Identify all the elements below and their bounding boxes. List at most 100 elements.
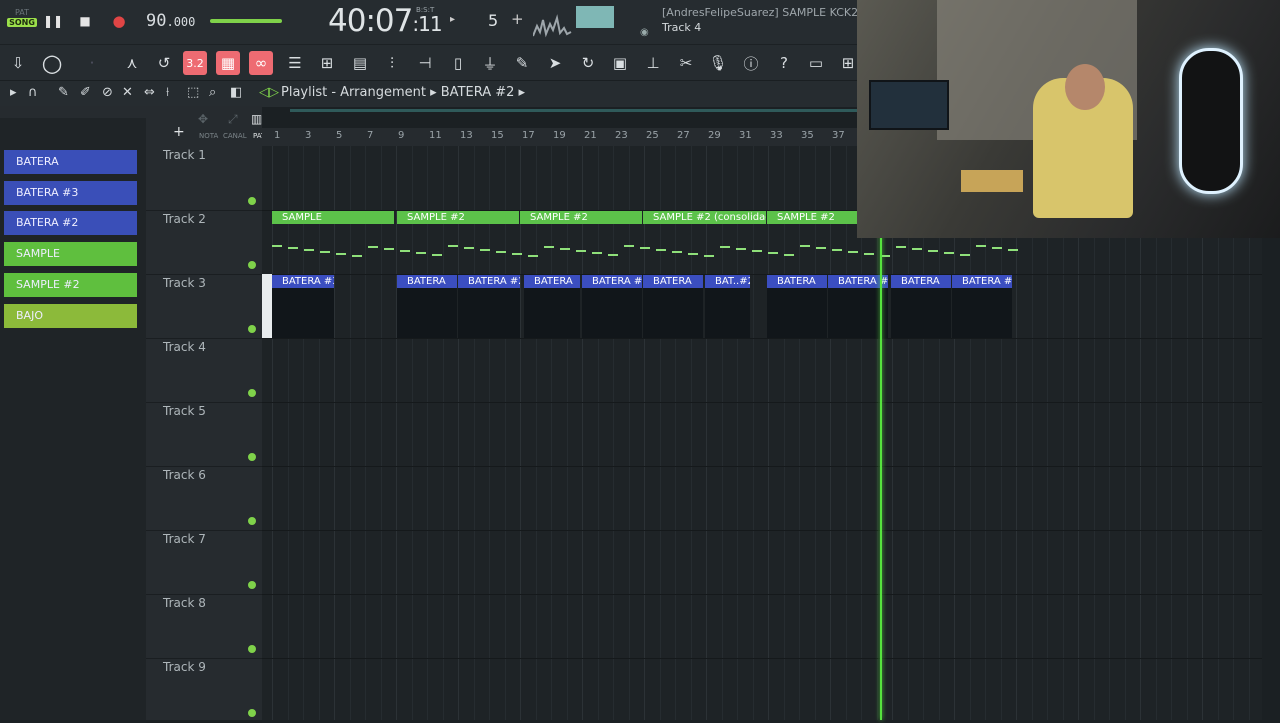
microphone-icon[interactable]: 🎙	[706, 51, 730, 75]
download-icon[interactable]: ⇩	[6, 51, 30, 75]
playlist-clip[interactable]: BATERA	[397, 275, 457, 288]
wait-icon[interactable]: ↺	[152, 51, 176, 75]
playback-tool-icon[interactable]: ◧	[230, 85, 242, 100]
clip-item[interactable]: BATERA #2	[4, 211, 137, 235]
add-track-icon[interactable]: +	[173, 124, 185, 140]
track-enable-led[interactable]	[248, 581, 256, 589]
magnet-icon[interactable]: ∩	[28, 85, 38, 100]
track-header[interactable]: Track 8	[146, 594, 262, 659]
metronome-icon[interactable]: ⋏	[120, 51, 144, 75]
playlist-clip[interactable]: BATERA	[643, 275, 703, 288]
playlist-clip[interactable]: BATERA	[767, 275, 827, 288]
playlist-clip[interactable]: BATERA	[891, 275, 951, 288]
pianoroll-icon[interactable]: ⊞	[315, 51, 339, 75]
track-header[interactable]: Track 7	[146, 530, 262, 595]
track-name: Track 1	[163, 148, 206, 162]
playlist-clip[interactable]: BATERA #2	[952, 275, 1012, 288]
mode-song-label[interactable]: SONG	[7, 18, 37, 27]
playlist-clip[interactable]: BATERA	[524, 275, 580, 288]
link-icon[interactable]: ⤢	[228, 112, 238, 127]
save-icon[interactable]: ▣	[608, 51, 632, 75]
pause-icon[interactable]: ❚❚	[43, 11, 63, 31]
track-enable-led[interactable]	[248, 709, 256, 717]
file-icon[interactable]: ▯	[446, 51, 470, 75]
track-enable-led[interactable]	[248, 389, 256, 397]
refresh-icon[interactable]: ↻	[576, 51, 600, 75]
arrow-icon[interactable]: ➤	[543, 51, 567, 75]
clip-item[interactable]: BATERA #3	[4, 181, 137, 205]
export-icon[interactable]: ⊥	[641, 51, 665, 75]
paint-tool-icon[interactable]: ✐	[80, 85, 91, 100]
playlist-icon[interactable]: ☰	[283, 51, 307, 75]
track-header[interactable]: Track 6	[146, 466, 262, 531]
tempo-display[interactable]: 90.000	[146, 11, 195, 31]
track-enable-led[interactable]	[248, 645, 256, 653]
snap-icon[interactable]: ✥	[198, 112, 208, 126]
playlist-title[interactable]: Playlist - Arrangement ▸ BATERA #2 ▸	[281, 85, 525, 100]
keyboard-icon[interactable]: ▥	[251, 112, 262, 126]
track-header[interactable]: Track 5	[146, 402, 262, 467]
track-enable-led[interactable]	[248, 517, 256, 525]
overview-scrollbar[interactable]	[290, 109, 860, 112]
record-icon[interactable]: ●	[109, 11, 129, 31]
playlist-clip[interactable]: SAMPLE #2 (consolidado)	[643, 211, 766, 224]
clip-item[interactable]: BATERA	[4, 150, 137, 174]
stop-icon[interactable]: ■	[75, 11, 95, 31]
add-pattern-icon[interactable]: +	[511, 10, 524, 28]
playlist-play-icon[interactable]: ◁▷	[259, 85, 279, 100]
loop-record-icon[interactable]: ∞	[249, 51, 273, 75]
track-header[interactable]: Track 3	[146, 274, 262, 339]
select-tool-icon[interactable]: ⬚	[187, 85, 199, 100]
delete-tool-icon[interactable]: ⊘	[102, 85, 113, 100]
playlist-clip[interactable]: SAMPLE #2	[767, 211, 857, 224]
slip-tool-icon[interactable]: ⇔	[144, 85, 155, 100]
playlist-clip[interactable]: SAMPLE #2	[520, 211, 642, 224]
info-icon[interactable]: ⓘ	[739, 51, 763, 75]
plugin-icon[interactable]: ⏚	[478, 51, 502, 75]
ruler-bar-number: 3	[305, 130, 312, 141]
cut-icon[interactable]: ✂	[674, 51, 698, 75]
track-header[interactable]: Track 2	[146, 210, 262, 275]
step-record-icon[interactable]: ▦	[216, 51, 240, 75]
zoom-tool-icon[interactable]: ⌕	[209, 85, 216, 100]
browser-icon[interactable]: ⊣	[413, 51, 437, 75]
track-enable-led[interactable]	[248, 261, 256, 269]
slice-tool-icon[interactable]: ⟊	[166, 85, 169, 100]
clip-item-selected[interactable]: SAMPLE #2	[4, 273, 137, 297]
pitch-knob-icon[interactable]: ·	[80, 51, 104, 75]
countdown-icon[interactable]: 3.2	[183, 51, 207, 75]
pattern-song-toggle[interactable]: PAT SONG	[7, 8, 37, 38]
track-header[interactable]: Track 1	[146, 146, 262, 211]
pen-icon[interactable]: ✎	[510, 51, 534, 75]
clip-item[interactable]: BAJO	[4, 304, 137, 328]
mode-pat-label[interactable]: PAT	[7, 8, 37, 17]
playlist-clip[interactable]: BATERA #3	[272, 275, 334, 288]
pattern-number[interactable]: 5	[488, 11, 498, 30]
draw-tool-icon[interactable]: ✎	[58, 85, 69, 100]
playlist-clip[interactable]: BATERA #2	[458, 275, 520, 288]
help-icon[interactable]: ?	[772, 51, 796, 75]
eye-icon[interactable]: ◉	[640, 27, 649, 38]
window-icon[interactable]: ▭	[804, 51, 828, 75]
track-enable-led[interactable]	[248, 453, 256, 461]
track-header[interactable]: Track 4	[146, 338, 262, 403]
playlist-clip[interactable]: BATERA #2	[582, 275, 642, 288]
track-header[interactable]: Track 9	[146, 658, 262, 723]
playlist-clip[interactable]: BATERA #2	[828, 275, 888, 288]
playlist-crumb: BATERA #2	[440, 85, 515, 100]
clip-item-label: BATERA	[16, 155, 59, 168]
master-knob-icon[interactable]: ○	[40, 49, 64, 77]
menu-arrow-icon[interactable]: ▸	[10, 85, 17, 100]
clip-item[interactable]: SAMPLE	[4, 242, 137, 266]
pattern-prev-icon[interactable]: ▸	[450, 14, 455, 25]
ruler-bar-number: 5	[336, 130, 343, 141]
playlist-clip[interactable]: BAT..#2	[705, 275, 750, 288]
mixer-icon[interactable]: ⫶	[380, 51, 404, 75]
track-enable-led[interactable]	[248, 325, 256, 333]
channel-rack-icon[interactable]: ▤	[348, 51, 372, 75]
playlist-clip[interactable]: SAMPLE #2	[397, 211, 519, 224]
mute-tool-icon[interactable]: ✕	[122, 85, 133, 100]
playlist-clip[interactable]: SAMPLE	[272, 211, 394, 224]
master-volume-slider[interactable]	[210, 19, 282, 23]
track-enable-led[interactable]	[248, 197, 256, 205]
